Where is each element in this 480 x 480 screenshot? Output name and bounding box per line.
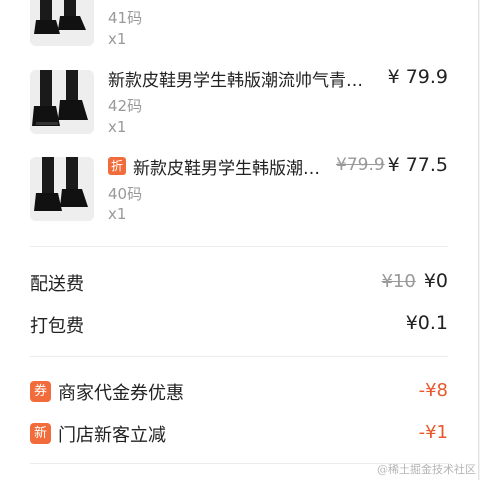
coupon-badge-icon: 券 — [30, 381, 51, 402]
watermark: @稀土掘金技术社区 — [377, 463, 476, 476]
product-size: 40码 — [108, 185, 143, 203]
product-thumbnail[interactable] — [30, 0, 94, 46]
product-size: 41码 — [108, 9, 143, 27]
product-thumbnail[interactable] — [30, 157, 94, 221]
discount-tag: 折 — [108, 157, 126, 175]
product-size: 42码 — [108, 97, 143, 115]
merchant-coupon-label: 商家代金券优惠 — [58, 383, 184, 404]
delivery-fee-value: ¥10 ¥0 — [381, 270, 448, 292]
product-quantity: x1 — [108, 118, 127, 136]
new-customer-badge-icon: 新 — [30, 423, 51, 444]
product-thumbnail[interactable] — [30, 70, 94, 134]
divider — [30, 356, 448, 357]
delivery-fee-original: ¥10 — [381, 271, 416, 292]
product-quantity: x1 — [108, 205, 127, 223]
packing-fee-label: 打包费 — [30, 316, 84, 337]
delivery-fee-label: 配送费 — [30, 274, 84, 295]
new-customer-discount-value: -¥1 — [418, 422, 448, 443]
merchant-coupon-value: -¥8 — [418, 380, 448, 401]
divider — [30, 246, 448, 247]
product-price: ¥ 79.9 — [387, 66, 448, 88]
new-customer-discount-label: 门店新客立减 — [58, 425, 166, 446]
packing-fee-value: ¥0.1 — [405, 312, 448, 334]
product-name[interactable]: 新款皮鞋男学生韩版潮流帅气青… — [108, 66, 378, 91]
order-detail-card: 41码 x1 新款皮鞋男学生韩版潮流帅气青… ¥ 79.9 42码 x1 折 新… — [0, 0, 479, 480]
original-price: ¥79.9 — [336, 155, 385, 175]
product-quantity: x1 — [108, 30, 127, 48]
product-name[interactable]: 新款皮鞋男学生韩版潮… — [133, 154, 333, 179]
delivery-fee-amount: ¥0 — [423, 270, 448, 292]
product-price: ¥ 77.5 — [387, 154, 448, 176]
